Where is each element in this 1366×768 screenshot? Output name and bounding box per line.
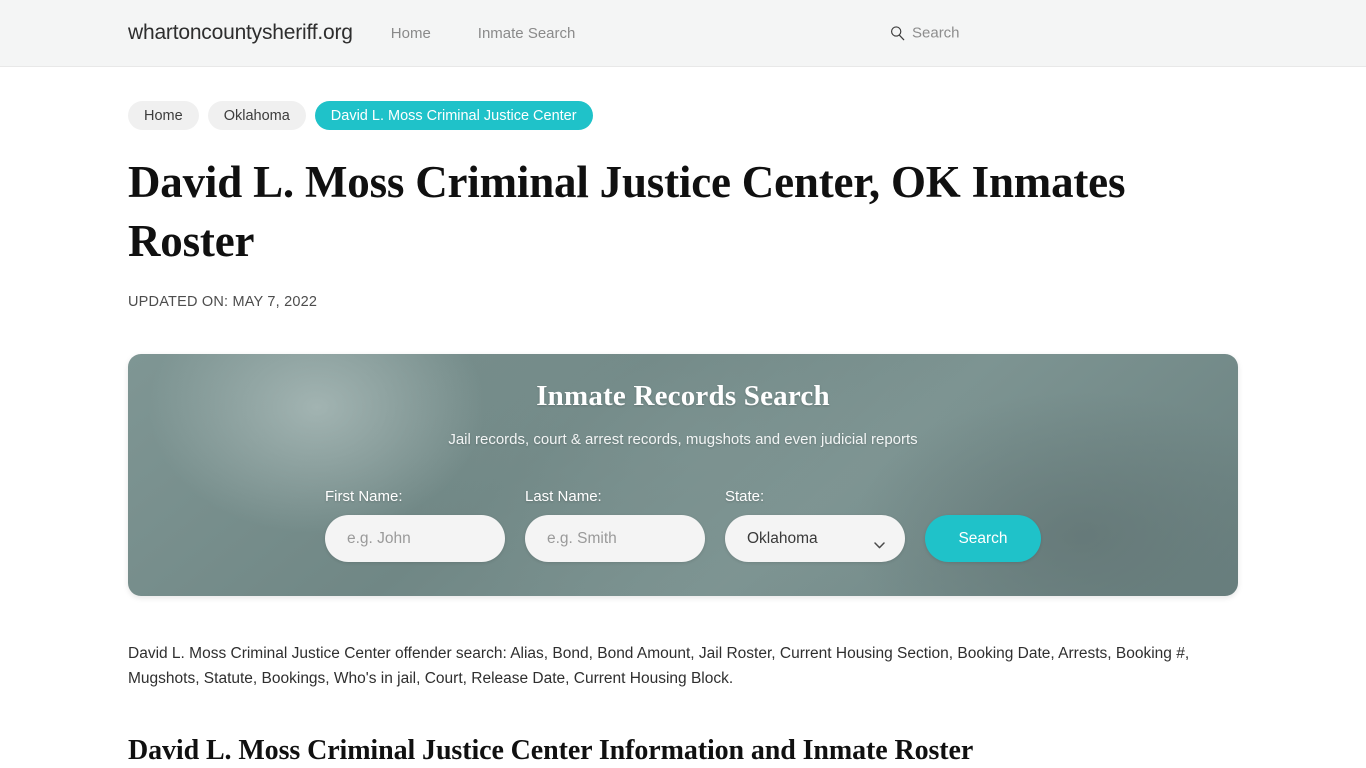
page-content: Home Oklahoma David L. Moss Criminal Jus… xyxy=(0,101,1366,768)
search-panel-title: Inmate Records Search xyxy=(536,380,830,412)
state-field-group: State: Oklahoma xyxy=(725,488,905,562)
search-submit-button[interactable]: Search xyxy=(925,515,1041,562)
intro-paragraph: David L. Moss Criminal Justice Center of… xyxy=(128,645,1190,687)
breadcrumb-item-current: David L. Moss Criminal Justice Center xyxy=(314,101,593,130)
updated-on-text: UPDATED ON: MAY 7, 2022 xyxy=(128,294,318,310)
search-panel-subtitle: Jail records, court & arrest records, mu… xyxy=(448,431,918,448)
search-icon xyxy=(890,26,905,41)
inmate-records-search-panel: Inmate Records Search Jail records, cour… xyxy=(128,354,1238,596)
primary-nav: Home Inmate Search xyxy=(391,25,576,42)
nav-item-home[interactable]: Home xyxy=(391,25,431,42)
search-panel-inner: Inmate Records Search Jail records, cour… xyxy=(128,354,1238,596)
state-select[interactable]: Oklahoma xyxy=(725,515,905,562)
site-header: whartoncountysheriff.org Home Inmate Sea… xyxy=(0,0,1366,67)
breadcrumb: Home Oklahoma David L. Moss Criminal Jus… xyxy=(128,101,1238,130)
nav-item-inmate-search[interactable]: Inmate Search xyxy=(478,25,576,42)
page-title: David L. Moss Criminal Justice Center, O… xyxy=(128,157,1126,266)
breadcrumb-item-oklahoma[interactable]: Oklahoma xyxy=(207,101,306,130)
header-search-label: Search xyxy=(912,24,960,42)
section-heading: David L. Moss Criminal Justice Center In… xyxy=(128,735,974,766)
breadcrumb-item-home[interactable]: Home xyxy=(128,101,199,130)
header-search-toggle[interactable]: Search xyxy=(890,25,960,42)
state-label: State: xyxy=(725,488,765,505)
last-name-label: Last Name: xyxy=(525,488,602,505)
first-name-label: First Name: xyxy=(325,488,403,505)
header-inner: whartoncountysheriff.org Home Inmate Sea… xyxy=(0,21,1366,45)
inmate-search-form: First Name: Last Name: State: Oklahoma xyxy=(325,488,1041,562)
site-brand[interactable]: whartoncountysheriff.org xyxy=(128,21,353,45)
first-name-input[interactable] xyxy=(325,515,505,562)
state-select-wrapper: Oklahoma xyxy=(725,515,905,562)
last-name-field-group: Last Name: xyxy=(525,488,705,562)
first-name-field-group: First Name: xyxy=(325,488,505,562)
last-name-input[interactable] xyxy=(525,515,705,562)
